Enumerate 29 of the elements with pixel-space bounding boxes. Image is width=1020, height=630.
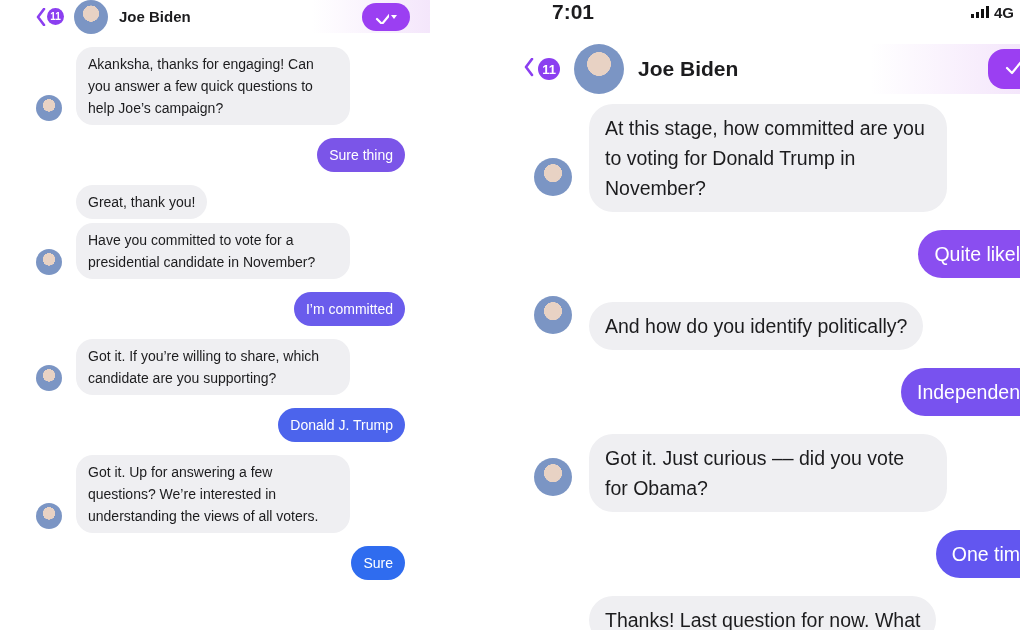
signal-icon [971,6,990,18]
message-bubble: At this stage, how committed are you to voting for Donald Trump in November? [589,104,947,212]
reply-bubble: Independen [900,368,1020,416]
unread-badge: 11 [538,58,560,80]
reply-bubble: Quite likel [918,230,1020,278]
back-button[interactable]: 11 [524,58,560,80]
reply-bubble: Sure thing [317,138,405,172]
reply-bubble: I’m committed [293,292,405,326]
message-bubble: Got it. Just curious –– did you vote for Obama? [589,434,947,512]
avatar-placeholder [74,0,108,34]
unread-badge: 11 [47,8,64,25]
reply-bubble: One tim [935,530,1020,578]
reply-bubble: Sure [351,546,405,580]
message-bubble: Got it. If you’re willing to share, which candidate are you supporting? [76,339,350,395]
back-button[interactable]: 11 [36,7,64,26]
message-bubble: And how do you identify politically? [589,302,924,350]
message-bubble: Got it. Up for answering a few questions? We’re interested in understanding the views of all voters. [76,455,350,533]
chevron-left-icon [36,7,46,26]
avatar-placeholder [574,44,624,94]
reply-bubble: Donald J. Trump [278,408,405,442]
contact-name: Joe Biden [638,57,739,81]
message-bubble: Akanksha, thanks for engaging! Can you answer a few quick questions to help Joe’s campaign? [76,47,350,125]
message-bubble: Great, thank you! [76,185,208,219]
contact-name: Joe Biden [119,8,191,25]
message-bubble: Have you committed to vote for a presidential candidate in November? [76,223,350,279]
caret-icon [391,14,397,19]
status-time: 7:01 [552,0,595,24]
check-menu-button[interactable] [362,2,410,31]
network-label: 4G [994,3,1015,21]
